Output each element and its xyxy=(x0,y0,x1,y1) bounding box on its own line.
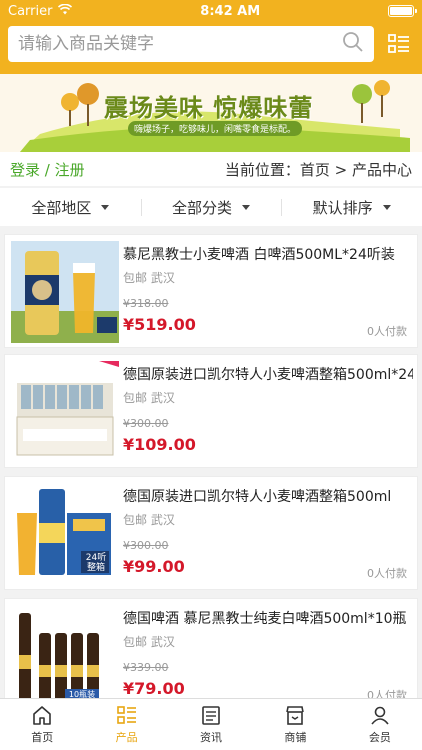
wifi-icon xyxy=(58,3,73,19)
breadcrumb[interactable]: 当前位置：首页 > 产品中心 xyxy=(225,159,412,180)
product-shipping: 包邮 武汉 xyxy=(123,513,175,527)
status-bar: Carrier 8:42 AM xyxy=(0,0,422,22)
product-paid-count: 0人付款 xyxy=(367,325,407,338)
tab-news[interactable]: 资讯 xyxy=(169,699,253,750)
caret-down-icon xyxy=(242,204,251,210)
category-menu-button[interactable] xyxy=(384,29,414,59)
product-shipping: 包邮 武汉 xyxy=(123,271,175,285)
product-image xyxy=(11,361,119,463)
product-card[interactable]: 德国原装进口凯尔特人小麦啤酒整箱500ml*24 包邮 武汉 ¥300.00 ¥… xyxy=(4,354,418,468)
tab-news-label: 资讯 xyxy=(200,731,223,744)
tab-products-label: 产品 xyxy=(115,731,138,744)
product-card[interactable]: 24听 整箱 德国原装进口凯尔特人小麦啤酒整箱500ml 包邮 武汉 ¥300.… xyxy=(4,476,418,590)
product-original-price: ¥300.00 xyxy=(123,417,169,430)
grid-list-icon xyxy=(116,706,136,724)
product-image: 24听 整箱 xyxy=(11,483,119,585)
clock-label: 8:42 AM xyxy=(200,3,261,19)
product-original-price: ¥318.00 xyxy=(123,297,169,310)
shop-icon xyxy=(286,706,305,725)
product-paid-count: 0人付款 xyxy=(367,689,407,698)
product-original-price: ¥339.00 xyxy=(123,661,169,674)
product-card[interactable]: 10瓶装 德国啤酒 慕尼黑教士纯麦白啤酒500ml*10瓶 包邮 武汉 ¥339… xyxy=(4,598,418,698)
tab-member-label: 会员 xyxy=(368,731,391,744)
filter-sort[interactable]: 默认排序 xyxy=(281,197,422,218)
caret-down-icon xyxy=(382,204,391,210)
search-icon[interactable] xyxy=(342,31,364,57)
search-row xyxy=(8,26,414,62)
product-shipping: 包邮 武汉 xyxy=(123,635,175,649)
breadcrumb-row: 登录 / 注册 当前位置：首页 > 产品中心 xyxy=(0,152,422,186)
product-price: ¥519.00 xyxy=(123,315,196,334)
product-image xyxy=(11,241,119,343)
carrier-label: Carrier xyxy=(8,3,53,19)
search-box xyxy=(8,26,374,62)
user-icon xyxy=(371,706,389,725)
battery-icon xyxy=(387,5,417,17)
filter-sort-label: 默认排序 xyxy=(312,198,373,217)
product-title: 德国原装进口凯尔特人小麦啤酒整箱500ml*24 xyxy=(123,367,413,383)
news-icon xyxy=(202,706,220,725)
bottom-tab-bar: 首页 产品 资讯 商铺 会员 xyxy=(0,698,422,750)
product-price: ¥109.00 xyxy=(123,435,196,454)
filter-category-label: 全部分类 xyxy=(172,198,233,217)
product-title: 德国啤酒 慕尼黑教士纯麦白啤酒500ml*10瓶 xyxy=(123,611,407,627)
product-card[interactable]: 慕尼黑教士小麦啤酒 白啤酒500ML*24听装 包邮 武汉 ¥318.00 ¥5… xyxy=(4,234,418,348)
tab-member[interactable]: 会员 xyxy=(338,699,422,750)
product-original-price: ¥300.00 xyxy=(123,539,169,552)
promo-banner[interactable]: 震场美味 惊爆味蕾 嗨爆场子，吃够味儿，闲嘴零食是标配。 xyxy=(0,74,422,152)
product-shipping: 包邮 武汉 xyxy=(123,391,175,405)
product-list: 慕尼黑教士小麦啤酒 白啤酒500ML*24听装 包邮 武汉 ¥318.00 ¥5… xyxy=(0,230,422,698)
tab-shops-label: 商铺 xyxy=(284,731,307,744)
tab-home-label: 首页 xyxy=(31,731,54,744)
list-menu-icon xyxy=(388,34,409,53)
header-bar: Carrier 8:42 AM xyxy=(0,0,422,74)
thumb-label-box: 24听 整箱 xyxy=(85,553,107,573)
banner-tagline: 嗨爆场子，吃够味儿，闲嘴零食是标配。 xyxy=(128,121,303,136)
login-register-link[interactable]: 登录 / 注册 xyxy=(10,159,85,180)
filter-category[interactable]: 全部分类 xyxy=(140,197,282,218)
filter-region-label: 全部地区 xyxy=(31,198,92,217)
filter-bar: 全部地区 全部分类 默认排序 xyxy=(0,188,422,226)
filter-region[interactable]: 全部地区 xyxy=(0,197,141,218)
product-title: 慕尼黑教士小麦啤酒 白啤酒500ML*24听装 xyxy=(123,247,395,263)
tab-products[interactable]: 产品 xyxy=(84,699,168,750)
thumb-label-bottles: 10瓶装 xyxy=(68,690,96,698)
banner-headline: 震场美味 惊爆味蕾 xyxy=(104,94,314,122)
caret-down-icon xyxy=(101,204,110,210)
product-title: 德国原装进口凯尔特人小麦啤酒整箱500ml xyxy=(123,489,392,505)
product-image: 10瓶装 xyxy=(11,605,119,698)
search-input[interactable] xyxy=(18,34,342,54)
product-price: ¥79.00 xyxy=(123,679,185,698)
product-paid-count: 0人付款 xyxy=(367,567,407,580)
home-icon xyxy=(33,706,52,725)
tab-home[interactable]: 首页 xyxy=(0,699,84,750)
tab-shops[interactable]: 商铺 xyxy=(253,699,337,750)
product-price: ¥99.00 xyxy=(123,557,185,576)
